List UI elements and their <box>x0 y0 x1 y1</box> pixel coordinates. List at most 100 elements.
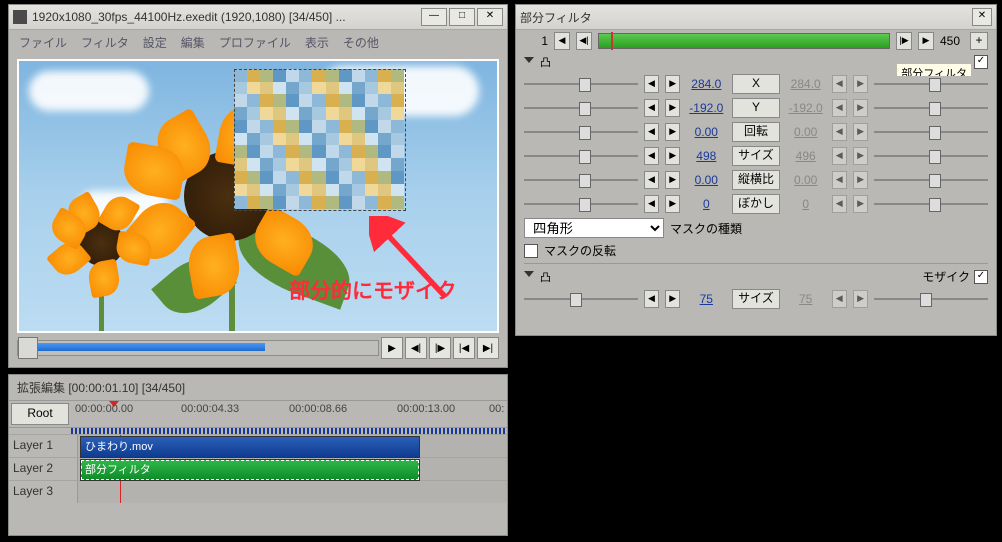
step-up-button[interactable]: ▶ <box>665 171 680 189</box>
preview-titlebar[interactable]: 1920x1080_30fps_44100Hz.exedit (1920,108… <box>9 5 507 30</box>
close-button[interactable]: ✕ <box>972 8 992 26</box>
param-value-left[interactable]: 284.0 <box>686 77 726 91</box>
param-slider-right[interactable] <box>874 196 988 212</box>
param-label-button[interactable]: 縦横比 <box>732 170 780 190</box>
param-slider-right[interactable] <box>874 100 988 116</box>
step-down-button[interactable]: ◀ <box>832 290 847 308</box>
menu-view[interactable]: 表示 <box>305 34 329 51</box>
filter-window: 部分フィルタ ✕ 1 ◀ ◀| |▶ ▶ 450 + 部分フィルタ 凸 ✓ ◀▶… <box>515 4 997 336</box>
param-slider-left[interactable] <box>524 100 638 116</box>
layer-label[interactable]: Layer 2 <box>9 458 78 480</box>
goto-end-button[interactable]: ▶| <box>477 337 499 359</box>
step-up-button[interactable]: ▶ <box>853 290 868 308</box>
root-button[interactable]: Root <box>11 403 69 425</box>
step-down-button[interactable]: ◀ <box>644 147 659 165</box>
minimize-button[interactable]: — <box>421 8 447 26</box>
goto-start-button[interactable]: |◀ <box>453 337 475 359</box>
step-down-button[interactable]: ◀ <box>832 123 847 141</box>
param-value-left[interactable]: 75 <box>686 292 726 306</box>
menu-file[interactable]: ファイル <box>19 34 67 51</box>
seek-thumb[interactable] <box>18 337 38 359</box>
menu-other[interactable]: その他 <box>343 34 379 51</box>
step-up-button[interactable]: ▶ <box>853 99 868 117</box>
param-value-left[interactable]: 498 <box>686 149 726 163</box>
play-button[interactable]: ▶ <box>381 337 403 359</box>
step-up-button[interactable]: ▶ <box>665 147 680 165</box>
step-down-button[interactable]: ◀ <box>644 99 659 117</box>
mask-invert-checkbox[interactable] <box>524 244 538 258</box>
filter-titlebar[interactable]: 部分フィルタ ✕ <box>516 5 996 30</box>
param-slider-left[interactable] <box>524 172 638 188</box>
param-label-button[interactable]: サイズ <box>732 289 780 309</box>
frame-start-prev-button[interactable]: ◀ <box>554 32 570 50</box>
step-down-button[interactable]: ◀ <box>832 195 847 213</box>
frame-end-last-button[interactable]: |▶ <box>896 32 912 50</box>
step-down-button[interactable]: ◀ <box>644 171 659 189</box>
param-value-left[interactable]: 0.00 <box>686 125 726 139</box>
step-down-button[interactable]: ◀ <box>832 99 847 117</box>
mosaic-enable-checkbox[interactable]: ✓ <box>974 270 988 284</box>
step-down-button[interactable]: ◀ <box>832 171 847 189</box>
param-slider-right[interactable] <box>874 148 988 164</box>
param-slider-left[interactable] <box>524 291 638 307</box>
param-slider-left[interactable] <box>524 196 638 212</box>
step-down-button[interactable]: ◀ <box>832 147 847 165</box>
step-up-button[interactable]: ▶ <box>665 290 680 308</box>
layer-track[interactable] <box>78 481 507 503</box>
step-down-button[interactable]: ◀ <box>644 195 659 213</box>
step-up-button[interactable]: ▶ <box>853 123 868 141</box>
layer-track[interactable]: ひまわり.mov <box>78 435 507 457</box>
step-up-button[interactable]: ▶ <box>665 99 680 117</box>
layer-track[interactable]: 部分フィルタ <box>78 458 507 480</box>
frame-range-bar[interactable] <box>598 33 890 49</box>
param-label-button[interactable]: 回転 <box>732 122 780 142</box>
step-down-button[interactable]: ◀ <box>644 123 659 141</box>
param-slider-right[interactable] <box>874 76 988 92</box>
param-slider-left[interactable] <box>524 76 638 92</box>
menu-edit[interactable]: 編集 <box>181 34 205 51</box>
step-up-button[interactable]: ▶ <box>853 147 868 165</box>
timeline-window: 拡張編集 [00:00:01.10] [34/450] Root 00:00:0… <box>8 374 508 536</box>
param-value-left[interactable]: 0.00 <box>686 173 726 187</box>
param-slider-left[interactable] <box>524 124 638 140</box>
param-label-button[interactable]: サイズ <box>732 146 780 166</box>
step-down-button[interactable]: ◀ <box>644 75 659 93</box>
frame-start-first-button[interactable]: ◀| <box>576 32 592 50</box>
frame-end-next-button[interactable]: ▶ <box>918 32 934 50</box>
time-ruler[interactable]: 00:00:00.00 00:00:04.33 00:00:08.66 00:0… <box>71 401 507 425</box>
param-value-left[interactable]: -192.0 <box>686 101 726 115</box>
maximize-button[interactable]: □ <box>449 8 475 26</box>
step-up-button[interactable]: ▶ <box>665 75 680 93</box>
menu-settings[interactable]: 設定 <box>143 34 167 51</box>
param-label-button[interactable]: Y <box>732 98 780 118</box>
step-up-button[interactable]: ▶ <box>853 75 868 93</box>
add-midpoint-button[interactable]: + <box>970 32 988 50</box>
prev-frame-button[interactable]: ◀| <box>405 337 427 359</box>
layer-label[interactable]: Layer 3 <box>9 481 78 503</box>
step-up-button[interactable]: ▶ <box>853 171 868 189</box>
collapse-icon[interactable] <box>524 57 534 68</box>
clip-filter[interactable]: 部分フィルタ <box>80 459 420 481</box>
close-button[interactable]: ✕ <box>477 8 503 26</box>
step-up-button[interactable]: ▶ <box>665 195 680 213</box>
param-slider-right[interactable] <box>874 124 988 140</box>
menu-filter[interactable]: フィルタ <box>81 34 129 51</box>
step-down-button[interactable]: ◀ <box>832 75 847 93</box>
param-slider-left[interactable] <box>524 148 638 164</box>
mask-shape-select[interactable]: 四角形 <box>524 218 664 238</box>
layer-label[interactable]: Layer 1 <box>9 435 78 457</box>
menu-profile[interactable]: プロファイル <box>219 34 291 51</box>
param-label-button[interactable]: ぼかし <box>732 194 780 214</box>
step-up-button[interactable]: ▶ <box>665 123 680 141</box>
step-down-button[interactable]: ◀ <box>644 290 659 308</box>
seek-bar[interactable] <box>17 340 379 356</box>
param-slider-right[interactable] <box>874 172 988 188</box>
step-up-button[interactable]: ▶ <box>853 195 868 213</box>
clip-video[interactable]: ひまわり.mov <box>80 436 420 458</box>
param-label-button[interactable]: X <box>732 74 780 94</box>
collapse-icon[interactable] <box>524 271 534 282</box>
next-frame-button[interactable]: |▶ <box>429 337 451 359</box>
filter-enable-checkbox[interactable]: ✓ <box>974 55 988 69</box>
param-slider-right[interactable] <box>874 291 988 307</box>
param-value-left[interactable]: 0 <box>686 197 726 211</box>
